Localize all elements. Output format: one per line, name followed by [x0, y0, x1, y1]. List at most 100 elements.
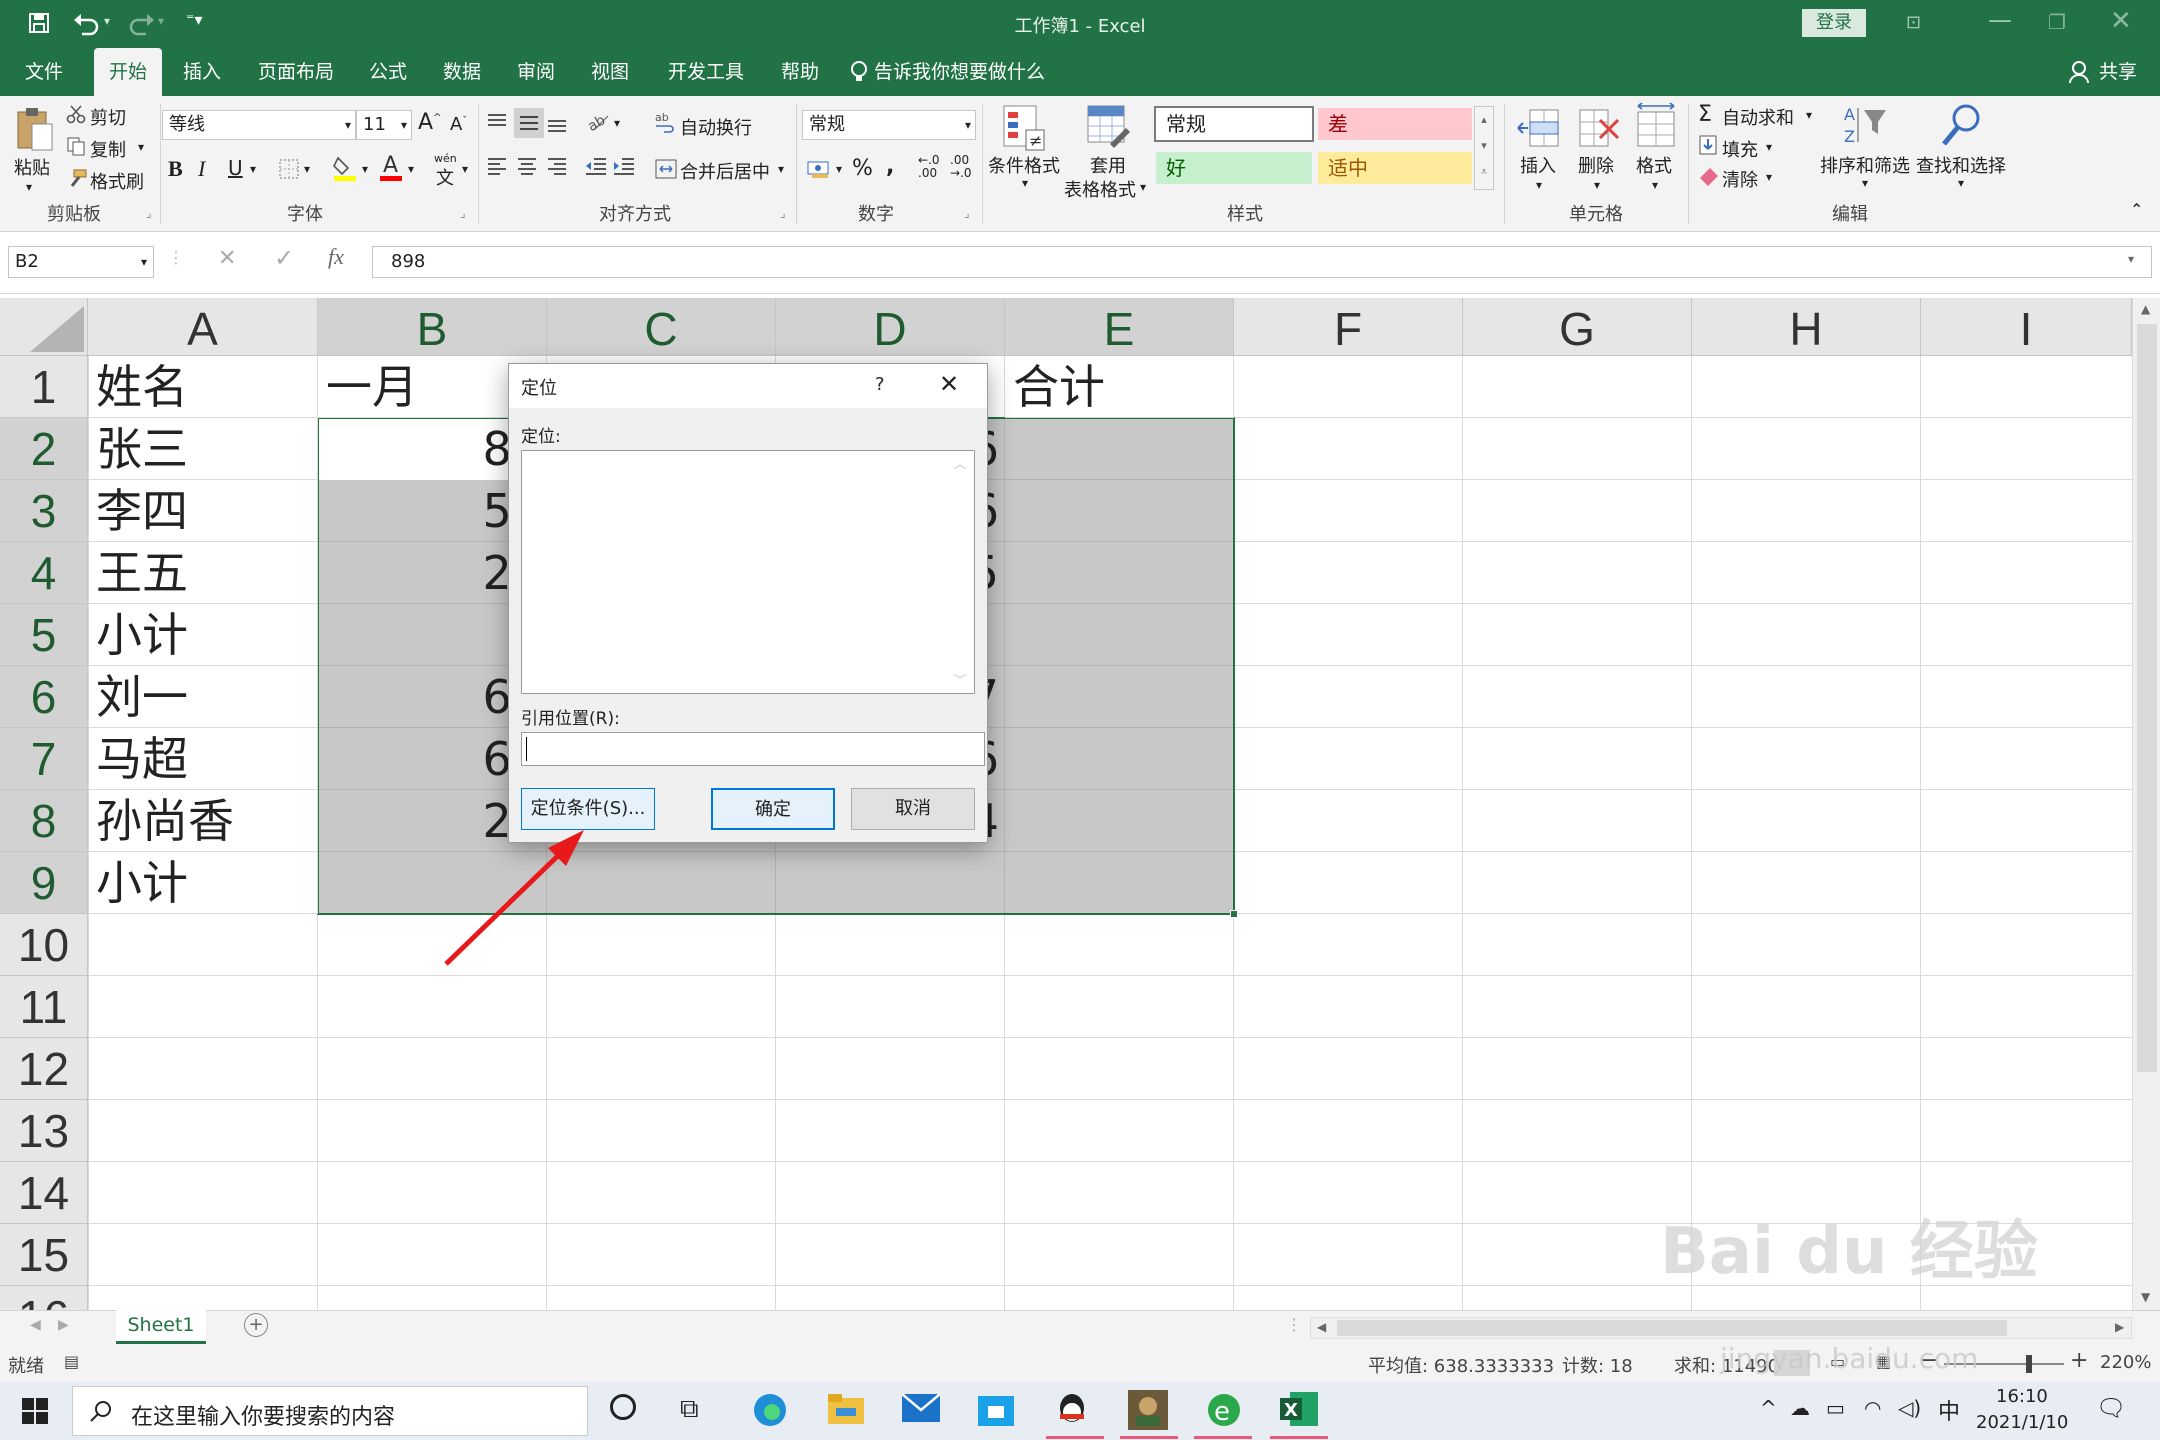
- horizontal-scrollbar[interactable]: ◀ ▶: [1310, 1317, 2132, 1339]
- row-header-8[interactable]: 8: [0, 790, 88, 852]
- row-header-14[interactable]: 14: [0, 1162, 88, 1224]
- cell-a1[interactable]: 姓名: [88, 356, 318, 418]
- wrap-text-icon[interactable]: ab: [654, 110, 676, 134]
- fill-color-dropdown-icon[interactable]: ▾: [362, 162, 368, 176]
- cortana-icon[interactable]: [610, 1394, 636, 1420]
- underline-dropdown-icon[interactable]: ▾: [250, 162, 256, 176]
- align-right-icon[interactable]: [546, 156, 568, 178]
- worksheet-grid[interactable]: A B C D E F G H I 1 2 3 4 5 6 7 8 9 10 1…: [0, 298, 2132, 1310]
- scissors-icon[interactable]: [66, 104, 86, 124]
- table-format-dropdown-icon[interactable]: ▾: [1140, 180, 1146, 194]
- paste-label[interactable]: 粘贴: [14, 154, 50, 180]
- row-header-4[interactable]: 4: [0, 542, 88, 604]
- merge-center-button[interactable]: 合并后居中: [680, 158, 770, 184]
- fill-color-icon[interactable]: [332, 154, 358, 182]
- dialog-close-icon[interactable]: ✕: [939, 370, 959, 398]
- autosum-button[interactable]: 自动求和: [1722, 104, 1794, 130]
- close-window-icon[interactable]: ✕: [2110, 6, 2132, 36]
- row-header-7[interactable]: 7: [0, 728, 88, 790]
- volume-icon[interactable]: ◁): [1898, 1396, 1921, 1420]
- font-name-select[interactable]: 等线 ▾: [162, 110, 356, 140]
- row-header-6[interactable]: 6: [0, 666, 88, 728]
- customize-qat-icon[interactable]: ⁼▾: [186, 10, 202, 29]
- cell-a6[interactable]: 刘一: [88, 666, 318, 728]
- row-header-11[interactable]: 11: [0, 976, 88, 1038]
- format-as-table-icon[interactable]: [1086, 104, 1132, 150]
- clear-eraser-icon[interactable]: [1698, 166, 1720, 186]
- tab-split-handle[interactable]: ⋮: [1286, 1315, 1302, 1334]
- store-icon[interactable]: [978, 1392, 1014, 1426]
- increase-indent-icon[interactable]: [612, 156, 636, 178]
- name-box[interactable]: B2 ▾: [8, 246, 154, 278]
- tab-page-layout[interactable]: 页面布局: [248, 48, 344, 96]
- tab-home[interactable]: 开始: [94, 48, 162, 96]
- comma-style-icon[interactable]: ,: [886, 154, 894, 179]
- decrease-decimal-icon[interactable]: .00 →.0: [950, 154, 972, 180]
- fill-dropdown-icon[interactable]: ▾: [1766, 140, 1772, 154]
- battery-icon[interactable]: ▭: [1826, 1396, 1845, 1420]
- cell-a4[interactable]: 王五: [88, 542, 318, 604]
- undo-icon[interactable]: [72, 10, 102, 36]
- accounting-dropdown-icon[interactable]: ▾: [836, 162, 842, 176]
- column-header-i[interactable]: I: [1921, 298, 2132, 356]
- copy-button[interactable]: 复制: [90, 136, 126, 162]
- orientation-dropdown-icon[interactable]: ▾: [614, 116, 620, 130]
- tab-review[interactable]: 审阅: [506, 48, 566, 96]
- delete-cells-icon[interactable]: [1576, 106, 1620, 150]
- find-dropdown-icon[interactable]: ▾: [1958, 176, 1964, 190]
- clipboard-launcher-icon[interactable]: ⌟: [146, 206, 152, 220]
- align-center-icon[interactable]: [516, 156, 538, 178]
- undo-dropdown-icon[interactable]: ▾: [104, 14, 110, 28]
- insert-cells-button[interactable]: 插入: [1520, 152, 1556, 178]
- enter-entry-icon[interactable]: ✓: [274, 244, 294, 272]
- vertical-scrollbar[interactable]: ▲ ▼: [2132, 298, 2160, 1310]
- percent-icon[interactable]: %: [852, 156, 873, 181]
- borders-dropdown-icon[interactable]: ▾: [304, 162, 310, 176]
- sheet-tab-sheet1[interactable]: Sheet1: [116, 1310, 206, 1344]
- share-button[interactable]: 共享: [2092, 48, 2144, 96]
- copy-dropdown-icon[interactable]: ▾: [138, 140, 144, 154]
- clear-dropdown-icon[interactable]: ▾: [1766, 170, 1772, 184]
- row-header-2[interactable]: 2: [0, 418, 88, 480]
- format-as-table-label-2[interactable]: 表格格式: [1064, 176, 1136, 202]
- network-icon[interactable]: ◠: [1864, 1396, 1881, 1420]
- row-header-9[interactable]: 9: [0, 852, 88, 914]
- bold-button[interactable]: B: [168, 156, 183, 182]
- ok-button[interactable]: 确定: [711, 788, 835, 830]
- excel-taskbar-icon[interactable]: X: [1280, 1390, 1318, 1428]
- onedrive-icon[interactable]: ☁: [1790, 1396, 1810, 1420]
- zoom-level[interactable]: 220%: [2100, 1352, 2151, 1373]
- format-dropdown-icon[interactable]: ▾: [1652, 178, 1658, 192]
- paste-icon[interactable]: [14, 106, 54, 152]
- style-normal[interactable]: 常规: [1154, 106, 1314, 142]
- sort-filter-button[interactable]: 排序和筛选: [1820, 152, 1910, 178]
- underline-button[interactable]: U: [228, 156, 243, 180]
- fill-handle[interactable]: [1230, 910, 1238, 918]
- align-top-icon[interactable]: [486, 112, 508, 134]
- wrap-text-button[interactable]: 自动换行: [680, 114, 752, 140]
- edge-icon[interactable]: [752, 1392, 788, 1428]
- vertical-scroll-thumb[interactable]: [2137, 324, 2157, 1072]
- styles-gallery-scroll[interactable]: ▴ ▾ ⩡: [1474, 106, 1494, 190]
- decrease-font-icon[interactable]: Aˇ: [450, 114, 467, 135]
- cell-a8[interactable]: 孙尚香: [88, 790, 318, 852]
- font-size-select[interactable]: 11 ▾: [356, 110, 412, 140]
- style-good[interactable]: 好: [1156, 152, 1312, 184]
- italic-button[interactable]: I: [198, 156, 205, 182]
- restore-icon[interactable]: ❐: [2048, 10, 2066, 34]
- cell-a7[interactable]: 马超: [88, 728, 318, 790]
- cut-button[interactable]: 剪切: [90, 104, 126, 130]
- font-color-dropdown-icon[interactable]: ▾: [408, 162, 414, 176]
- insert-dropdown-icon[interactable]: ▾: [1536, 178, 1542, 192]
- cell-a2[interactable]: 张三: [88, 418, 318, 480]
- horizontal-scroll-thumb[interactable]: [1337, 1320, 2007, 1336]
- column-header-f[interactable]: F: [1234, 298, 1463, 356]
- tab-data[interactable]: 数据: [432, 48, 492, 96]
- file-explorer-icon[interactable]: [828, 1394, 864, 1424]
- number-launcher-icon[interactable]: ⌟: [964, 206, 970, 220]
- delete-cells-button[interactable]: 删除: [1578, 152, 1614, 178]
- tab-help[interactable]: 帮助: [770, 48, 830, 96]
- phonetic-glyph-icon[interactable]: 文: [436, 164, 454, 190]
- conditional-formatting-icon[interactable]: ≠: [1002, 104, 1046, 152]
- column-header-d[interactable]: D: [776, 298, 1005, 356]
